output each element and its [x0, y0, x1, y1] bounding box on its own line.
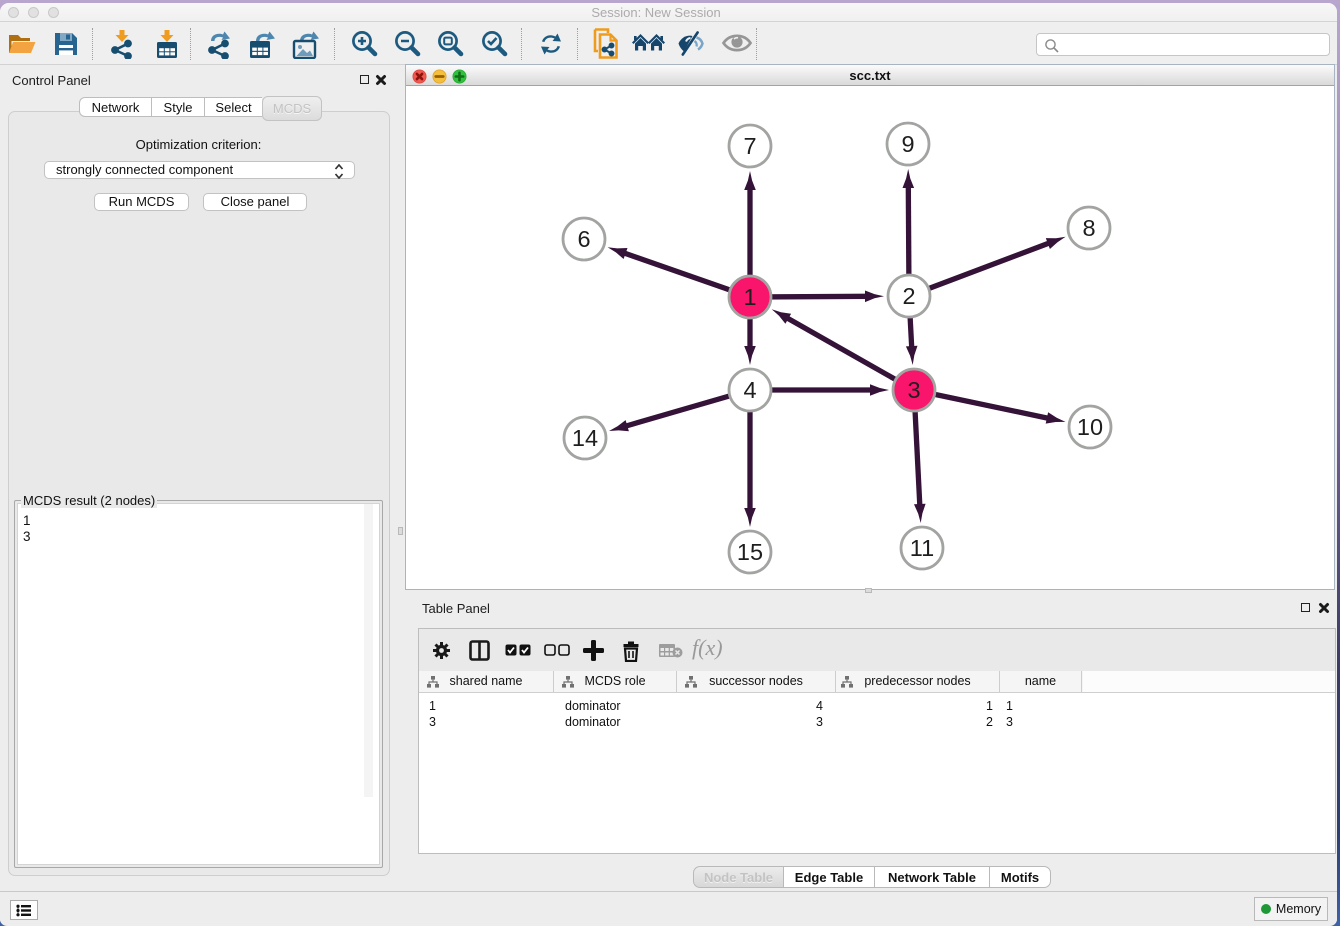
svg-text:8: 8 [1082, 215, 1095, 241]
svg-text:9: 9 [901, 131, 914, 157]
svg-text:1: 1 [743, 284, 756, 310]
svg-text:10: 10 [1077, 414, 1103, 440]
svg-text:14: 14 [572, 425, 598, 451]
svg-text:15: 15 [737, 539, 763, 565]
svg-text:7: 7 [743, 133, 756, 159]
svg-text:3: 3 [907, 377, 920, 403]
svg-text:2: 2 [902, 283, 915, 309]
svg-text:4: 4 [743, 377, 756, 403]
svg-text:6: 6 [577, 226, 590, 252]
svg-text:11: 11 [910, 535, 934, 561]
